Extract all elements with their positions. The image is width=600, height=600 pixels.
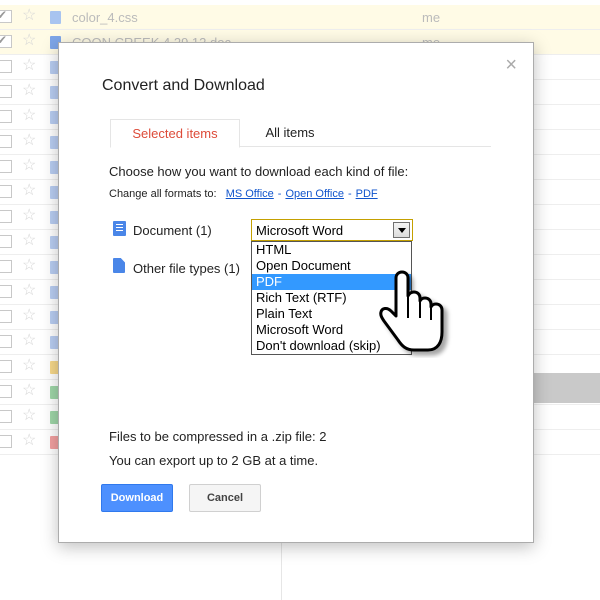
star-icon[interactable]: ☆ (22, 333, 36, 349)
ms-office-link[interactable]: MS Office (226, 188, 274, 200)
background-selected-bar (533, 373, 600, 403)
hand-pointer-icon (379, 270, 444, 352)
tab-bar: Selected items All items (110, 119, 491, 148)
row-checkbox[interactable] (0, 110, 12, 123)
row-checkbox[interactable] (0, 360, 12, 373)
choose-instruction: Choose how you want to download each kin… (109, 164, 409, 179)
file-icon (113, 258, 125, 273)
file-name[interactable]: color_4.css (72, 10, 138, 25)
star-icon[interactable]: ☆ (22, 283, 36, 299)
star-icon[interactable]: ☆ (22, 408, 36, 424)
row-checkbox[interactable] (0, 160, 12, 173)
document-format-select[interactable]: Microsoft Word (251, 219, 413, 241)
row-checkbox[interactable] (0, 410, 12, 423)
format-select-value: Microsoft Word (256, 223, 344, 238)
row-checkbox[interactable] (0, 385, 12, 398)
star-icon[interactable]: ☆ (22, 183, 36, 199)
compress-info: Files to be compressed in a .zip file: 2 (109, 429, 327, 444)
pdf-link[interactable]: PDF (356, 188, 378, 200)
star-icon[interactable]: ☆ (22, 8, 36, 24)
row-checkbox[interactable] (0, 85, 12, 98)
row-checkbox[interactable] (0, 285, 12, 298)
star-icon[interactable]: ☆ (22, 208, 36, 224)
document-type-label: Document (1) (133, 223, 212, 238)
star-icon[interactable]: ☆ (22, 33, 36, 49)
export-limit-info: You can export up to 2 GB at a time. (109, 453, 319, 468)
dialog-title: Convert and Download (102, 77, 265, 94)
document-icon (113, 221, 126, 236)
row-checkbox[interactable] (0, 335, 12, 348)
star-icon[interactable]: ☆ (22, 233, 36, 249)
background-divider (281, 543, 282, 600)
tab-all-items[interactable]: All items (240, 119, 340, 148)
star-icon[interactable]: ☆ (22, 83, 36, 99)
row-checkbox[interactable] (0, 260, 12, 273)
file-owner: me (422, 10, 441, 25)
row-checkbox[interactable] (0, 60, 12, 73)
chevron-down-icon[interactable] (393, 222, 410, 238)
file-icon (50, 11, 61, 24)
link-separator: - (347, 188, 352, 200)
star-icon[interactable]: ☆ (22, 308, 36, 324)
row-checkbox[interactable] (0, 135, 12, 148)
cancel-button[interactable]: Cancel (189, 484, 261, 512)
open-office-link[interactable]: Open Office (285, 188, 344, 200)
row-checkbox[interactable] (0, 8, 12, 23)
row-checkbox[interactable] (0, 210, 12, 223)
close-icon[interactable]: × (505, 55, 517, 75)
download-button[interactable]: Download (101, 484, 173, 512)
convert-download-dialog: × Convert and Download Selected items Al… (58, 42, 534, 543)
tab-selected-items[interactable]: Selected items (110, 119, 240, 148)
change-all-prefix: Change all formats to: (109, 188, 217, 200)
star-icon[interactable]: ☆ (22, 58, 36, 74)
row-checkbox[interactable] (0, 185, 12, 198)
row-checkbox[interactable] (0, 33, 12, 48)
star-icon[interactable]: ☆ (22, 133, 36, 149)
change-all-formats: Change all formats to: MS Office - Open Of… (109, 188, 378, 200)
star-icon[interactable]: ☆ (22, 383, 36, 399)
star-icon[interactable]: ☆ (22, 258, 36, 274)
star-icon[interactable]: ☆ (22, 108, 36, 124)
link-separator: - (277, 188, 282, 200)
row-checkbox[interactable] (0, 235, 12, 248)
row-checkbox[interactable] (0, 435, 12, 448)
star-icon[interactable]: ☆ (22, 358, 36, 374)
other-file-types-label: Other file types (1) (133, 261, 240, 276)
format-option-html[interactable]: HTML (252, 242, 411, 258)
row-checkbox[interactable] (0, 310, 12, 323)
list-item[interactable]: ☆ color_4.css me (0, 5, 600, 30)
star-icon[interactable]: ☆ (22, 433, 36, 449)
star-icon[interactable]: ☆ (22, 158, 36, 174)
